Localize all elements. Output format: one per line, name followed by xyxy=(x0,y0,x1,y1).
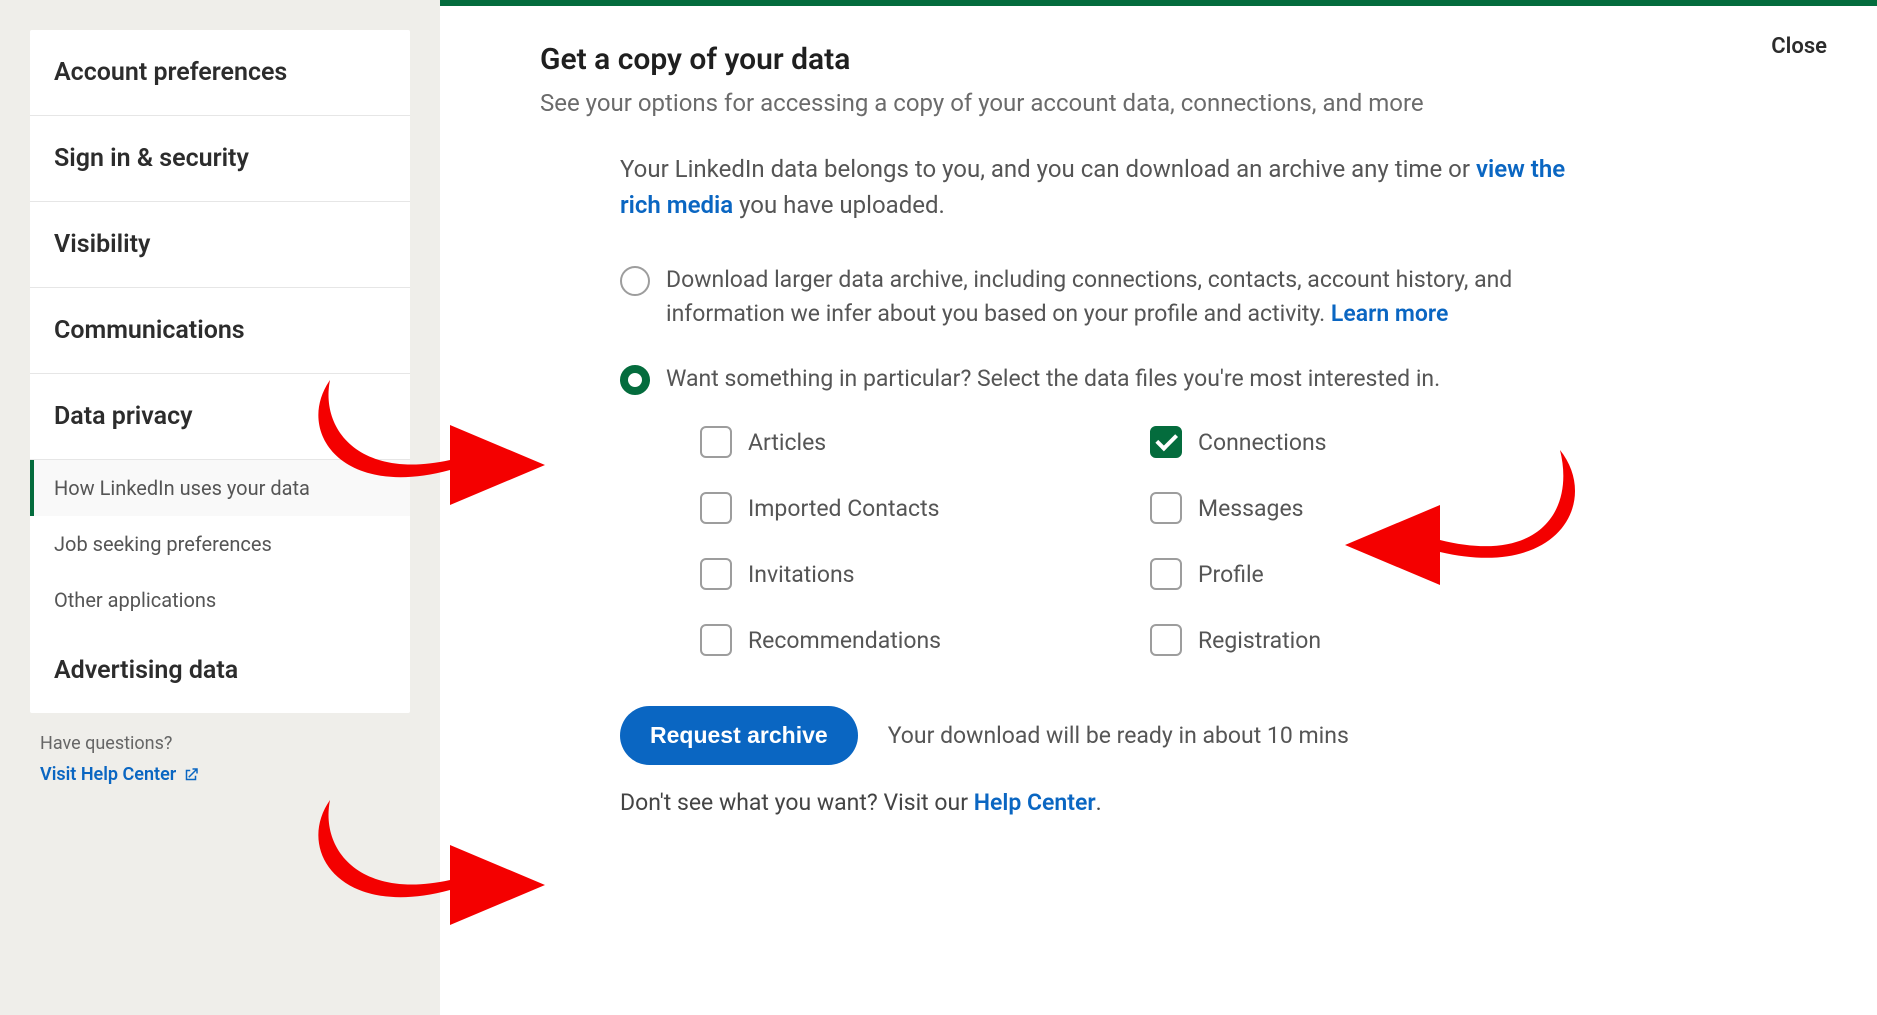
radio-particular-label: Want something in particular? Select the… xyxy=(666,362,1440,397)
have-questions-label: Have questions? xyxy=(40,733,400,754)
top-green-bar xyxy=(440,0,1877,6)
checkbox-label-articles: Articles xyxy=(748,429,826,456)
radio-particular-circle[interactable] xyxy=(620,365,650,395)
radio-option-full-archive[interactable]: Download larger data archive, including … xyxy=(620,263,1580,332)
checkbox-row-registration[interactable]: Registration xyxy=(1150,624,1570,656)
sidebar-sub-how-linkedin-uses-data[interactable]: How LinkedIn uses your data xyxy=(30,460,410,516)
checkbox-label-recommendations: Recommendations xyxy=(748,627,941,654)
intro-paragraph: Your LinkedIn data belongs to you, and y… xyxy=(620,151,1600,223)
sidebar-item-data-privacy[interactable]: Data privacy xyxy=(30,374,410,460)
radio-full-archive-label: Download larger data archive, including … xyxy=(666,263,1580,332)
checkbox-row-invitations[interactable]: Invitations xyxy=(700,558,1120,590)
request-archive-button[interactable]: Request archive xyxy=(620,706,858,765)
main-panel: Close Get a copy of your data See your o… xyxy=(440,0,1877,1015)
intro-text-before: Your LinkedIn data belongs to you, and y… xyxy=(620,155,1476,183)
checkbox-label-profile: Profile xyxy=(1198,561,1264,588)
radio-options: Download larger data archive, including … xyxy=(620,263,1827,657)
checkbox-row-articles[interactable]: Articles xyxy=(700,426,1120,458)
checkbox-registration[interactable] xyxy=(1150,624,1182,656)
help-line-before: Don't see what you want? Visit our xyxy=(620,789,974,816)
checkbox-connections[interactable] xyxy=(1150,426,1182,458)
checkbox-label-imported-contacts: Imported Contacts xyxy=(748,495,939,522)
checkbox-imported-contacts[interactable] xyxy=(700,492,732,524)
help-line-after: . xyxy=(1096,789,1102,816)
checkbox-articles[interactable] xyxy=(700,426,732,458)
sidebar-item-advertising-data[interactable]: Advertising data xyxy=(30,628,410,713)
sidebar-item-communications[interactable]: Communications xyxy=(30,288,410,374)
checkbox-label-invitations: Invitations xyxy=(748,561,855,588)
checkbox-label-messages: Messages xyxy=(1198,495,1304,522)
sidebar-item-visibility[interactable]: Visibility xyxy=(30,202,410,288)
radio-full-archive-circle[interactable] xyxy=(620,266,650,296)
download-ready-note: Your download will be ready in about 10 … xyxy=(888,722,1349,749)
help-center-line: Don't see what you want? Visit our Help … xyxy=(620,789,1827,816)
sidebar-sub-other-applications[interactable]: Other applications xyxy=(30,572,410,628)
checkbox-row-profile[interactable]: Profile xyxy=(1150,558,1570,590)
sidebar-item-account-preferences[interactable]: Account preferences xyxy=(30,30,410,116)
checkbox-recommendations[interactable] xyxy=(700,624,732,656)
visit-help-center-link[interactable]: Visit Help Center xyxy=(40,764,200,785)
sidebar-card: Account preferences Sign in & security V… xyxy=(30,30,410,713)
checkbox-row-connections[interactable]: Connections xyxy=(1150,426,1570,458)
checkbox-row-recommendations[interactable]: Recommendations xyxy=(700,624,1120,656)
learn-more-link[interactable]: Learn more xyxy=(1331,300,1448,327)
intro-text-after: you have uploaded. xyxy=(733,191,945,219)
sidebar-sub-job-seeking[interactable]: Job seeking preferences xyxy=(30,516,410,572)
page-title: Get a copy of your data xyxy=(540,42,1827,77)
action-row: Request archive Your download will be re… xyxy=(620,706,1827,765)
checkbox-messages[interactable] xyxy=(1150,492,1182,524)
visit-help-center-label: Visit Help Center xyxy=(40,764,176,785)
sidebar-item-sign-in-security[interactable]: Sign in & security xyxy=(30,116,410,202)
sidebar-help-block: Have questions? Visit Help Center xyxy=(30,713,410,785)
checkbox-row-imported-contacts[interactable]: Imported Contacts xyxy=(700,492,1120,524)
checkbox-invitations[interactable] xyxy=(700,558,732,590)
checkbox-row-messages[interactable]: Messages xyxy=(1150,492,1570,524)
page-subtitle: See your options for accessing a copy of… xyxy=(540,87,1520,121)
close-button[interactable]: Close xyxy=(1771,34,1827,59)
checkbox-profile[interactable] xyxy=(1150,558,1182,590)
checkbox-label-connections: Connections xyxy=(1198,429,1327,456)
checkbox-label-registration: Registration xyxy=(1198,627,1321,654)
radio-option-particular[interactable]: Want something in particular? Select the… xyxy=(620,362,1580,397)
sidebar-column: Account preferences Sign in & security V… xyxy=(0,0,440,1015)
data-file-checkbox-grid: Articles Connections Imported Contacts M… xyxy=(700,426,1827,656)
help-center-link[interactable]: Help Center xyxy=(974,789,1096,816)
external-link-icon xyxy=(182,766,200,784)
